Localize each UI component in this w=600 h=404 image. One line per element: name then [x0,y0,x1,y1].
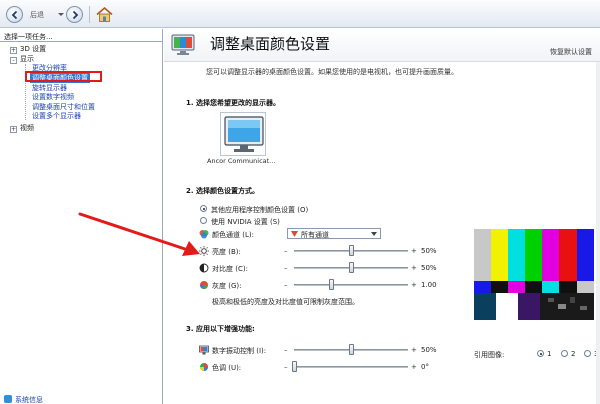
slider-minus: – [284,363,288,371]
reference-option-3[interactable] [584,350,591,357]
slider-plus: + [411,247,417,255]
reference-option-2[interactable] [561,350,568,357]
tree-node-label: 视频 [20,124,34,132]
color-channel-value: 所有通道 [301,231,329,239]
channel-icon [291,231,298,237]
restore-defaults-link[interactable]: 恢复默认设置 [550,47,592,57]
digital-vibrance-value: 50% [421,346,437,354]
toolbar-separator [89,6,90,23]
chevron-down-icon[interactable] [57,10,65,18]
system-info-label: 系统信息 [15,396,43,404]
hue-label: 色调 (U): [212,364,242,372]
home-icon[interactable] [95,5,114,24]
annotation-arrow-icon [78,212,200,256]
slider-minus: – [284,247,288,255]
sidebar-item-multiple-displays[interactable]: 设置多个显示器 [32,111,81,121]
page-title: 调整桌面颜色设置 [210,35,331,53]
page-description: 您可以调整显示器的桌面颜色设置。如果您使用的是电视机，也可提升画面质量。 [206,68,458,76]
slider-plus: + [411,281,417,289]
contrast-icon [199,263,209,273]
collapse-icon[interactable]: - [10,57,17,64]
slider-thumb[interactable] [348,262,354,273]
brightness-value: 50% [421,247,437,255]
brightness-label: 亮度 (B): [212,248,241,256]
gamma-slider[interactable]: – + [284,279,417,290]
reference-option-1-label: 1 [547,350,552,358]
back-label: 后退 [30,11,44,19]
slider-thumb[interactable] [329,279,335,290]
section-select-display: 1. 选择您希望更改的显示器。 [186,99,280,107]
reference-option-1[interactable] [537,350,544,357]
page-header: 调整桌面颜色设置 恢复默认设置 [164,29,600,62]
display-settings-icon [171,34,195,55]
contrast-value: 50% [421,264,437,272]
slider-minus: – [284,346,288,354]
hue-value: 0° [421,363,429,371]
system-info-link[interactable]: 系统信息 [4,395,43,404]
hue-icon [200,363,208,371]
color-channel-dropdown[interactable]: 所有通道 [287,228,381,239]
info-icon [4,395,12,403]
scrollbar[interactable] [596,62,600,404]
slider-thumb[interactable] [348,344,354,355]
tree-node-display[interactable]: - 显示 [10,54,34,64]
chevron-down-icon [371,232,377,236]
tree-node-label: 显示 [20,55,34,63]
gamma-label: 灰度 (G): [212,282,242,290]
digital-vibrance-slider[interactable]: – + [284,344,417,355]
hue-slider[interactable]: – + [284,361,417,372]
slider-plus: + [411,363,417,371]
digital-vibrance-label: 数字振动控制 (I): [212,347,267,355]
digital-vibrance-icon [199,345,209,355]
reference-option-2-label: 2 [571,350,576,358]
gamma-icon [199,281,209,290]
expand-icon[interactable]: + [10,47,17,54]
slider-thumb[interactable] [291,361,297,372]
reference-image-label: 引用图像: [474,351,505,359]
section-color-method: 2. 选择颜色设置方式。 [186,187,259,195]
slider-track [294,366,408,368]
slider-plus: + [411,346,417,354]
slider-plus: + [411,264,417,272]
monitor-icon [224,116,264,152]
slider-track [294,284,408,286]
tree-node-video[interactable]: + 视频 [10,123,34,133]
slider-minus: – [284,264,288,272]
brightness-slider[interactable]: – + [284,245,417,256]
contrast-slider[interactable]: – + [284,262,417,273]
back-button[interactable] [6,6,23,23]
reference-image [474,214,594,320]
sidebar-item-digital-video[interactable]: 设置数字视频 [32,92,74,102]
arrow-left-icon [11,10,17,19]
radio-nvidia-label: 使用 NVIDIA 设置 (S) [211,218,280,226]
toolbar: 后退 [0,0,600,28]
section-enhancements: 3. 应用以下增强功能: [186,325,255,333]
tree-node-3d[interactable]: +3D 设置 [10,44,46,54]
slider-minus: – [284,281,288,289]
monitor-name: Ancor Communicat... [207,157,276,165]
tree-node-label: 3D 设置 [20,45,47,53]
forward-button[interactable] [66,6,83,23]
highlight-box [25,71,102,82]
arrow-right-icon [72,10,78,19]
expand-icon[interactable]: + [10,126,17,133]
contrast-label: 对比度 (C): [212,265,248,273]
slider-thumb[interactable] [348,245,354,256]
gamma-value: 1.00 [421,281,437,289]
color-channel-label: 颜色通道 (L): [212,231,254,239]
radio-other-app-label: 其他应用程序控制颜色设置 (O) [211,206,309,214]
gamma-note: 极高和极低的亮度及对比度值可限制灰度范围。 [212,298,359,306]
